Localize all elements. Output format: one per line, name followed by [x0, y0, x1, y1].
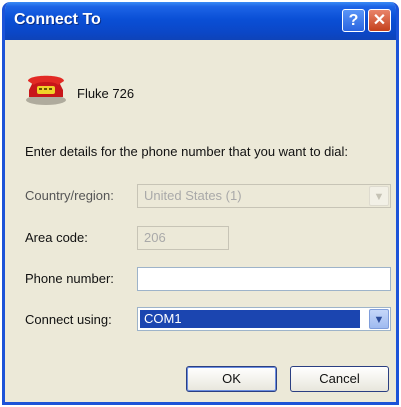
cancel-button[interactable]: Cancel	[290, 366, 389, 392]
instruction-text: Enter details for the phone number that …	[25, 144, 349, 159]
country-value: United States (1)	[144, 188, 242, 203]
country-select[interactable]: United States (1) ▼	[137, 184, 391, 208]
area-code-label: Area code:	[25, 230, 88, 245]
connect-using-value: COM1	[140, 310, 360, 328]
title-bar[interactable]: Connect To ? ✕	[5, 2, 396, 40]
connect-using-label: Connect using:	[25, 312, 112, 327]
phone-icon	[26, 75, 66, 105]
country-label: Country/region:	[25, 188, 114, 203]
phone-number-input[interactable]	[137, 267, 391, 291]
help-button[interactable]: ?	[342, 9, 365, 32]
chevron-down-icon: ▼	[369, 186, 389, 206]
connect-to-dialog: Connect To ? ✕ Fluke 726 Enter details f…	[2, 2, 399, 405]
chevron-down-icon[interactable]: ▼	[369, 309, 389, 329]
dialog-content: Fluke 726 Enter details for the phone nu…	[5, 40, 396, 402]
connection-name: Fluke 726	[77, 86, 135, 101]
window-title: Connect To	[14, 11, 101, 28]
phone-number-label: Phone number:	[25, 271, 114, 286]
ok-button[interactable]: OK	[186, 366, 277, 392]
connect-using-select[interactable]: COM1 ▼	[137, 307, 391, 331]
close-button[interactable]: ✕	[368, 9, 391, 32]
area-code-input[interactable]: 206	[137, 226, 229, 250]
